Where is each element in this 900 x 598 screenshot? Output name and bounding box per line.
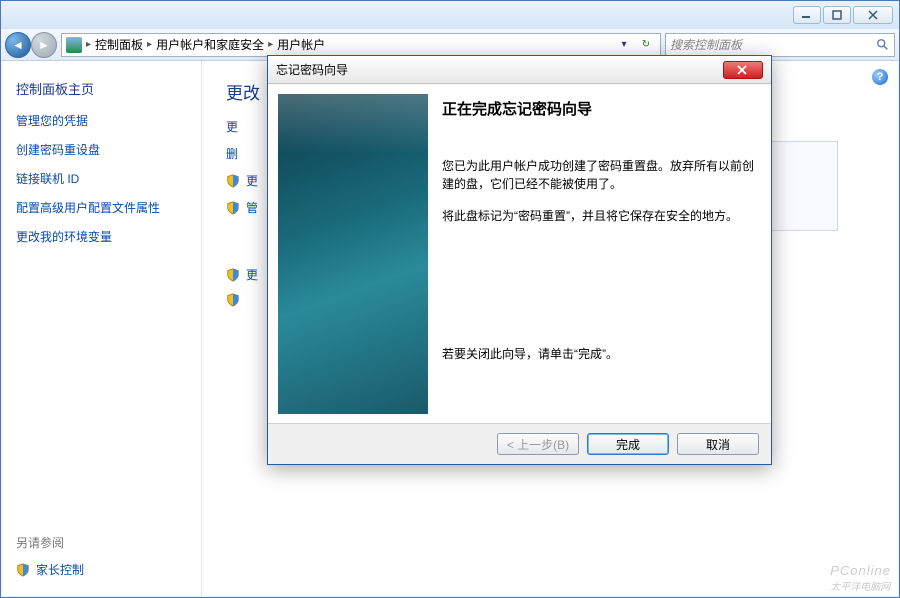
nav-forward-button[interactable]: ►: [31, 32, 57, 58]
search-icon: [876, 38, 890, 52]
shield-icon: [226, 293, 240, 307]
shield-icon: [226, 174, 240, 188]
wizard-dialog: 忘记密码向导 正在完成忘记密码向导 您已为此用户帐户成功创建了密码重置盘。放弃所…: [267, 55, 772, 465]
sidebar-link-online-id[interactable]: 链接联机 ID: [16, 170, 187, 187]
wizard-paragraph: 若要关闭此向导，请单击“完成”。: [442, 345, 761, 363]
wizard-paragraph: 您已为此用户帐户成功创建了密码重置盘。放弃所有以前创建的盘，它们已经不能被使用了…: [442, 157, 761, 193]
nav-back-button[interactable]: ◄: [5, 32, 31, 58]
chevron-right-icon: ▸: [86, 39, 91, 50]
minimize-button[interactable]: [793, 6, 821, 24]
maximize-button[interactable]: [823, 6, 851, 24]
close-button[interactable]: [853, 6, 893, 24]
shield-icon: [226, 268, 240, 282]
cancel-button[interactable]: 取消: [677, 433, 759, 455]
sidebar-link-parental[interactable]: 家长控制: [36, 561, 84, 578]
wizard-banner-image: [278, 94, 428, 414]
finish-button[interactable]: 完成: [587, 433, 669, 455]
sidebar-link-env-vars[interactable]: 更改我的环境变量: [16, 228, 187, 245]
search-placeholder: 搜索控制面板: [670, 36, 742, 53]
sidebar: 控制面板主页 管理您的凭据 创建密码重设盘 链接联机 ID 配置高级用户配置文件…: [2, 61, 202, 596]
refresh-icon[interactable]: ↻: [636, 35, 656, 55]
wizard-footer: < 上一步(B) 完成 取消: [268, 424, 771, 464]
wizard-titlebar: 忘记密码向导: [268, 56, 771, 84]
explorer-window: ◄ ► ▸ 控制面板 ▸ 用户帐户和家庭安全 ▸ 用户帐户 ▾ ↻ 搜索控制面板…: [0, 0, 900, 598]
wizard-paragraph: 将此盘标记为“密码重置”，并且将它保存在安全的地方。: [442, 207, 761, 225]
sidebar-title: 控制面板主页: [16, 79, 187, 98]
shield-icon: [226, 201, 240, 215]
wizard-close-button[interactable]: [723, 61, 763, 79]
address-bar[interactable]: ▸ 控制面板 ▸ 用户帐户和家庭安全 ▸ 用户帐户 ▾ ↻: [61, 33, 661, 57]
chevron-right-icon: ▸: [268, 39, 273, 50]
window-titlebar: [1, 1, 899, 29]
chevron-right-icon: ▸: [147, 39, 152, 50]
sidebar-link-reset-disk[interactable]: 创建密码重设盘: [16, 141, 187, 158]
breadcrumb-item[interactable]: 用户帐户和家庭安全: [156, 36, 264, 53]
breadcrumb-item[interactable]: 用户帐户: [277, 36, 325, 53]
see-also-label: 另请参阅: [16, 534, 187, 551]
watermark: PConline 太平洋电脑网: [830, 563, 891, 593]
help-icon[interactable]: ?: [872, 69, 888, 85]
sidebar-link-profiles[interactable]: 配置高级用户配置文件属性: [16, 199, 187, 216]
control-panel-icon: [66, 37, 82, 53]
breadcrumb-item[interactable]: 控制面板: [95, 36, 143, 53]
wizard-title-text: 忘记密码向导: [276, 61, 348, 78]
search-input[interactable]: 搜索控制面板: [665, 33, 895, 57]
close-icon: [737, 65, 749, 75]
sidebar-link-credentials[interactable]: 管理您的凭据: [16, 112, 187, 129]
wizard-body: 正在完成忘记密码向导 您已为此用户帐户成功创建了密码重置盘。放弃所有以前创建的盘…: [268, 84, 771, 424]
history-dropdown-icon[interactable]: ▾: [614, 35, 634, 55]
wizard-heading: 正在完成忘记密码向导: [442, 98, 761, 119]
back-button: < 上一步(B): [497, 433, 579, 455]
shield-icon: [16, 563, 30, 577]
wizard-text-pane: 正在完成忘记密码向导 您已为此用户帐户成功创建了密码重置盘。放弃所有以前创建的盘…: [442, 94, 761, 411]
